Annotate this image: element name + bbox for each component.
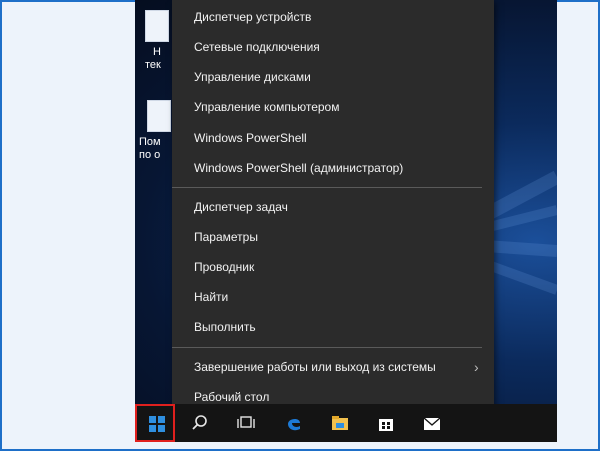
desktop-icon-label-line2: по о (139, 149, 161, 161)
menu-item-powershell[interactable]: Windows PowerShell (194, 128, 307, 148)
start-button[interactable] (135, 404, 175, 442)
menu-item-disk-management[interactable]: Управление дисками (194, 67, 311, 87)
menu-item-settings[interactable]: Параметры (194, 227, 258, 247)
mail-icon[interactable] (423, 414, 441, 432)
menu-item-file-explorer[interactable]: Проводник (194, 257, 254, 277)
menu-item-task-manager[interactable]: Диспетчер задач (194, 197, 288, 217)
menu-item-search[interactable]: Найти (194, 287, 228, 307)
help-shortcut-icon (147, 100, 171, 132)
menu-separator (172, 187, 482, 188)
edge-icon[interactable] (285, 414, 303, 432)
menu-item-device-manager[interactable]: Диспетчер устройств (194, 7, 311, 27)
menu-item-shutdown-signout[interactable]: Завершение работы или выход из системы (194, 357, 436, 377)
menu-item-powershell-admin[interactable]: Windows PowerShell (администратор) (194, 158, 403, 178)
search-icon[interactable] (191, 414, 209, 432)
chevron-right-icon: › (474, 359, 479, 375)
menu-item-run[interactable]: Выполнить (194, 317, 256, 337)
file-explorer-icon[interactable] (331, 414, 349, 432)
taskbar (135, 404, 557, 442)
menu-item-network-connections[interactable]: Сетевые подключения (194, 37, 320, 57)
task-view-icon[interactable] (237, 414, 255, 432)
document-icon (145, 10, 169, 42)
store-icon[interactable] (377, 414, 395, 432)
desktop-icon-help[interactable]: Пом по о (139, 100, 175, 162)
windows-logo-icon (149, 416, 165, 432)
menu-item-computer-management[interactable]: Управление компьютером (194, 97, 339, 117)
desktop-icon-label-line1: Пом (139, 136, 161, 148)
menu-separator (172, 347, 482, 348)
winx-quick-link-menu: Диспетчер устройств Сетевые подключения … (172, 0, 494, 423)
